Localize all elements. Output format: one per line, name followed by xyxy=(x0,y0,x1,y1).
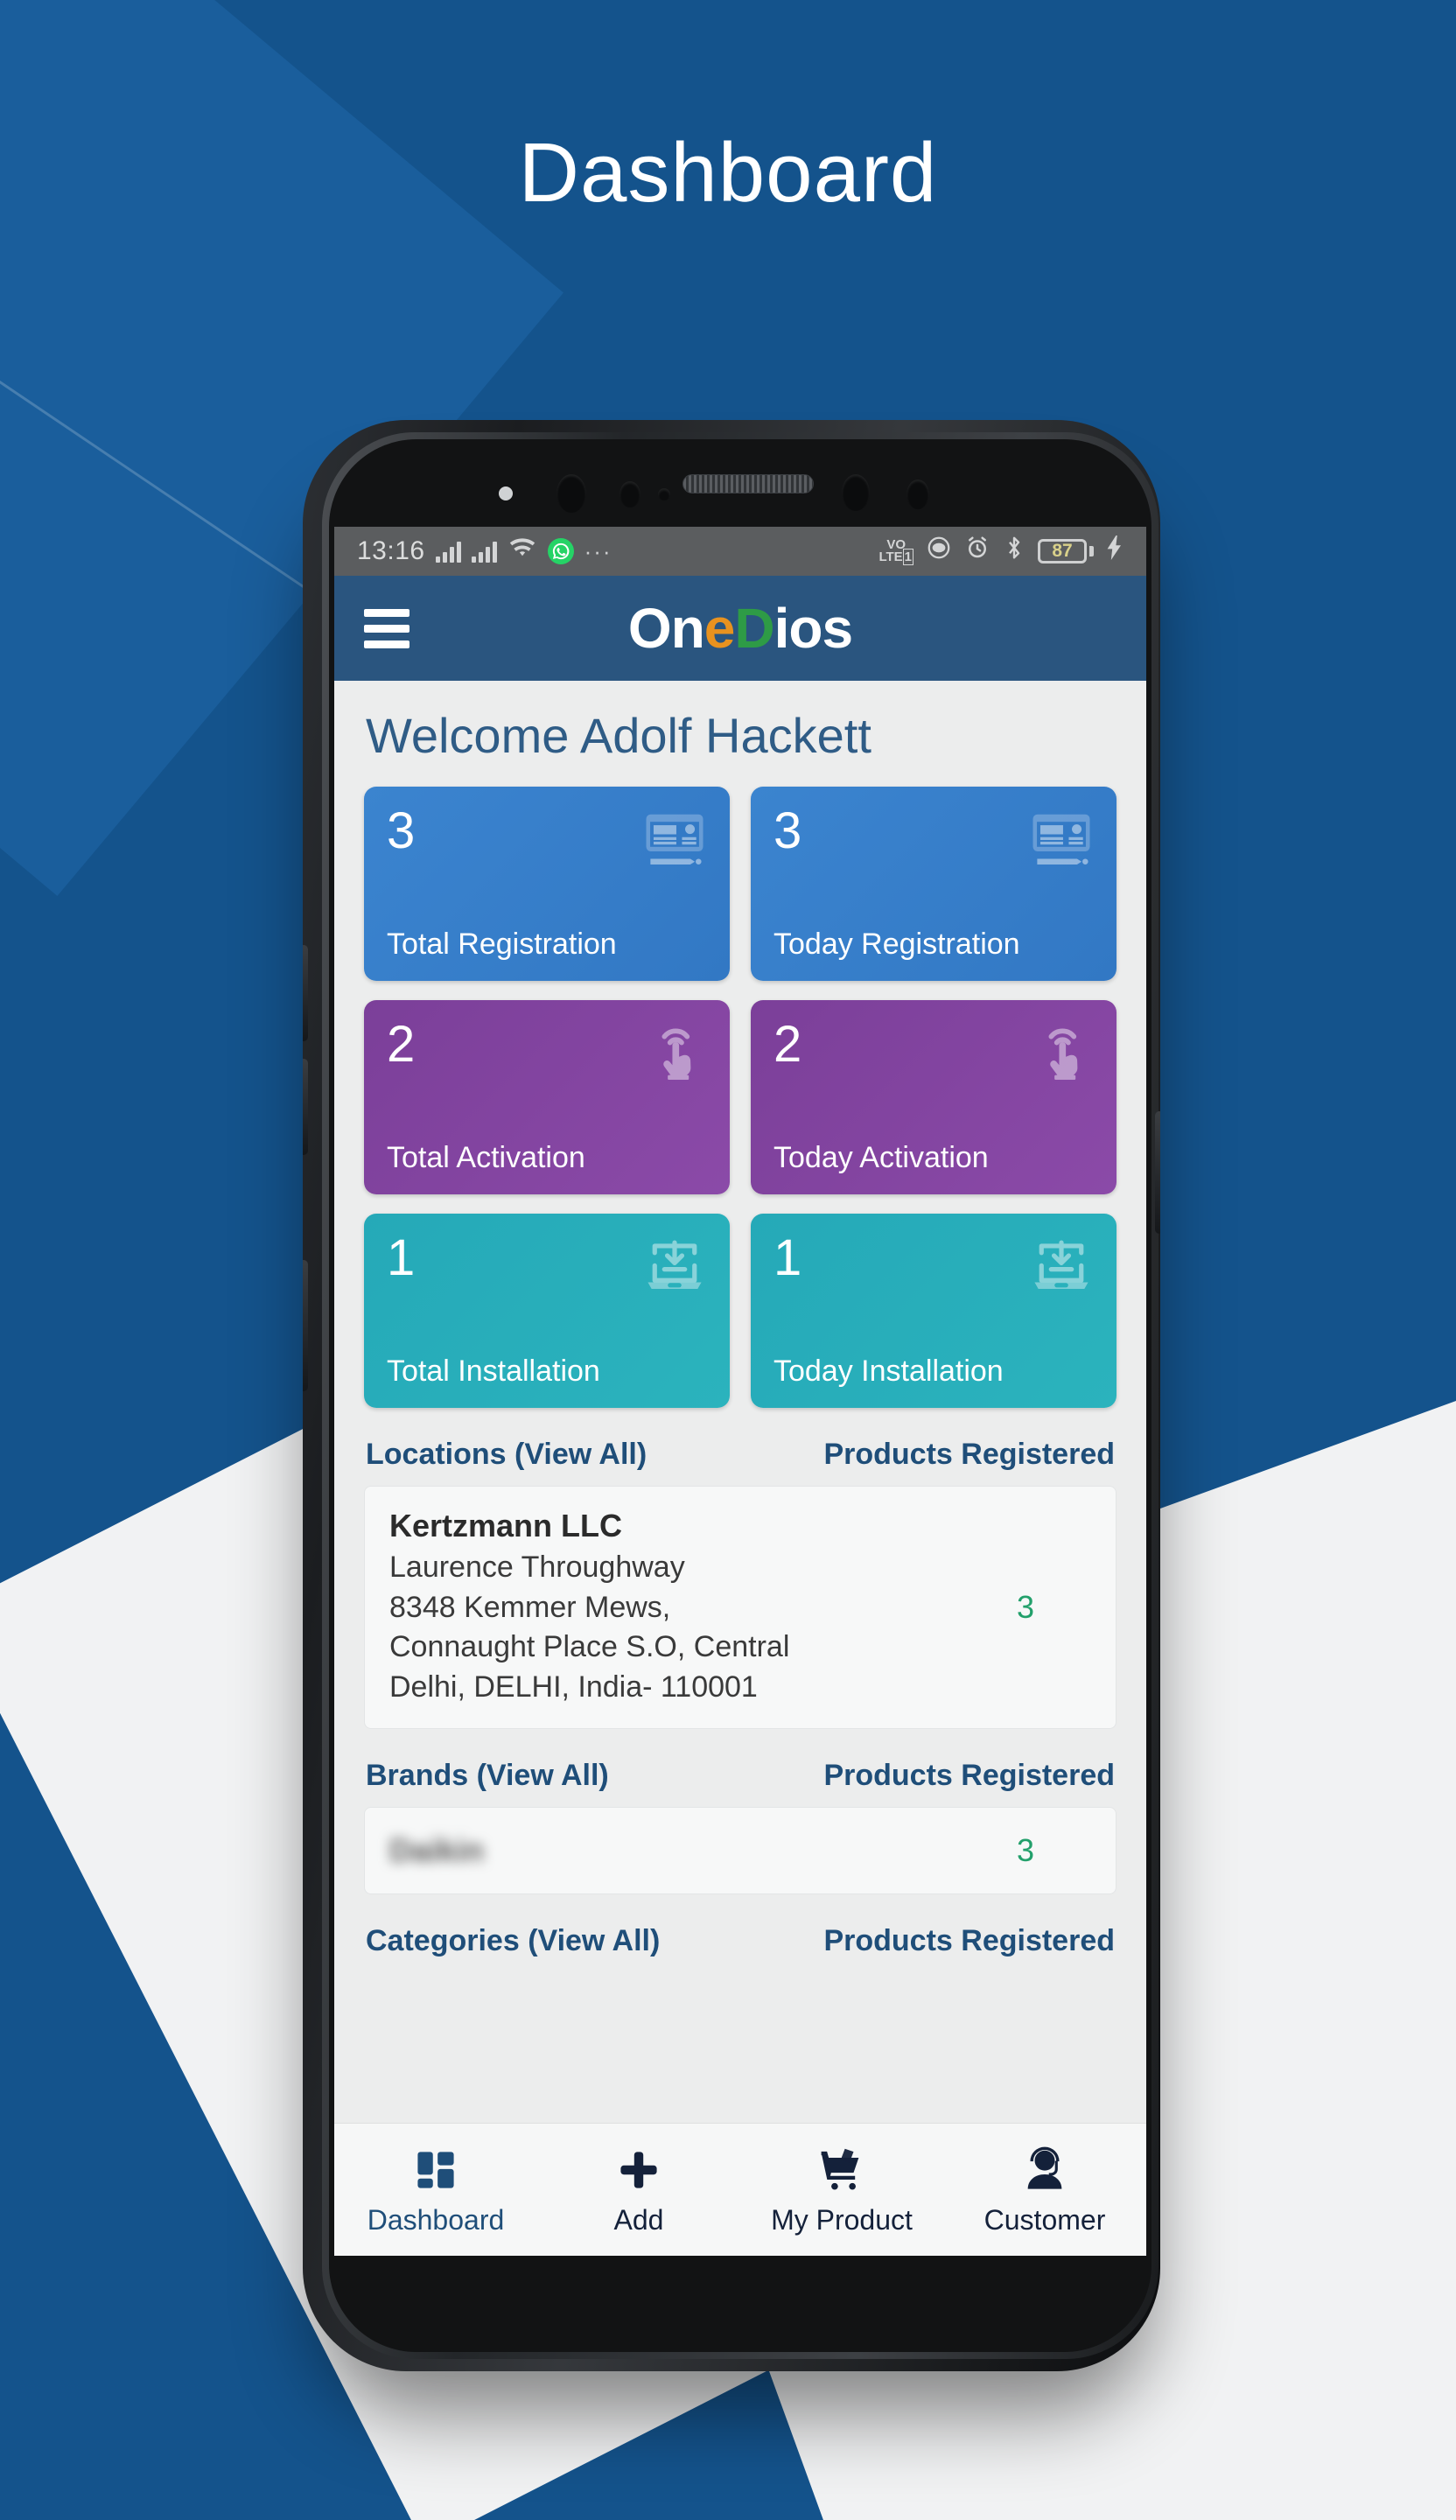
volume-up-button[interactable] xyxy=(303,945,308,1041)
nav-label-my-product: My Product xyxy=(771,2204,913,2236)
nav-item-add[interactable]: Add xyxy=(537,2143,740,2236)
app-bar: OneDios xyxy=(334,576,1146,681)
registration-card-icon xyxy=(640,806,709,878)
brand-row[interactable]: Daikin 3 xyxy=(364,1807,1116,1895)
dnd-icon xyxy=(926,535,952,568)
categories-view-all-link[interactable]: (View All) xyxy=(528,1924,660,1957)
brands-view-all-link[interactable]: (View All) xyxy=(477,1759,609,1792)
stat-label: Total Installation xyxy=(387,1354,600,1388)
stat-card-total-activation[interactable]: 2 Total Activation xyxy=(364,1000,730,1194)
brand-info: Daikin xyxy=(389,1832,960,1869)
phone-mockup: 13:16 ··· VO LTE 1 87 OneDios Welcome Ad… xyxy=(294,420,1169,2376)
stat-card-today-installation[interactable]: 1 Today Installation xyxy=(751,1214,1116,1408)
more-dots-icon: ··· xyxy=(584,537,612,564)
stat-label: Total Registration xyxy=(387,928,617,961)
shopping-cart-icon xyxy=(818,2143,865,2197)
categories-title-group[interactable]: Categories (View All) xyxy=(366,1924,660,1958)
location-name: Kertzmann LLC xyxy=(389,1508,623,1544)
brand-product-count: 3 xyxy=(1016,1832,1035,1869)
volte-icon: VO LTE 1 xyxy=(878,537,914,565)
stat-card-total-registration[interactable]: 3 Total Registration xyxy=(364,787,730,981)
iris-scanner-icon xyxy=(842,474,870,511)
nav-label-customer: Customer xyxy=(984,2204,1106,2236)
brands-products-registered-header: Products Registered xyxy=(823,1759,1115,1793)
stat-label: Today Installation xyxy=(774,1354,1004,1388)
logo-part-e: e xyxy=(704,597,736,660)
registration-card-icon xyxy=(1027,806,1096,878)
locations-title: Locations xyxy=(366,1438,507,1471)
nav-item-dashboard[interactable]: Dashboard xyxy=(334,2143,537,2236)
tap-gesture-icon xyxy=(642,1019,709,1090)
battery-level: 87 xyxy=(1038,539,1087,564)
signal-bars-icon xyxy=(435,540,461,563)
logo-part-ios: ios xyxy=(774,597,853,660)
headset-person-icon xyxy=(1021,2143,1068,2197)
stat-card-today-activation[interactable]: 2 Today Activation xyxy=(751,1000,1116,1194)
locations-view-all-link[interactable]: (View All) xyxy=(514,1438,647,1471)
locations-title-group[interactable]: Locations (View All) xyxy=(366,1438,647,1472)
front-camera-icon xyxy=(556,474,586,513)
status-bar: 13:16 ··· VO LTE 1 87 xyxy=(334,527,1146,576)
bottom-navigation: Dashboard Add My Product Customer xyxy=(334,2123,1146,2256)
grid-dashboard-icon xyxy=(413,2143,458,2197)
light-sensor-icon xyxy=(658,488,670,500)
battery-tip xyxy=(1089,546,1094,556)
nav-label-dashboard: Dashboard xyxy=(367,2204,505,2236)
nav-item-my-product[interactable]: My Product xyxy=(740,2143,943,2236)
app-logo: OneDios xyxy=(334,596,1146,661)
whatsapp-icon xyxy=(547,538,574,564)
brand-name: Daikin xyxy=(389,1832,485,1869)
address-line-1: Laurence Throughway xyxy=(389,1550,685,1584)
nav-label-add: Add xyxy=(613,2204,664,2236)
location-product-count: 3 xyxy=(1016,1589,1035,1626)
stat-label: Total Activation xyxy=(387,1141,585,1174)
welcome-message: Welcome Adolf Hackett xyxy=(334,681,1146,787)
stat-label: Today Activation xyxy=(774,1141,989,1174)
charging-bolt-icon xyxy=(1106,536,1124,567)
location-info: Kertzmann LLC Laurence Throughway 8348 K… xyxy=(389,1508,960,1707)
phone-body: 13:16 ··· VO LTE 1 87 OneDios Welcome Ad… xyxy=(303,420,1160,2371)
phone-screen: 13:16 ··· VO LTE 1 87 OneDios Welcome Ad… xyxy=(334,527,1146,2256)
bluetooth-icon xyxy=(1003,535,1026,568)
address-line-2: 8348 Kemmer Mews, xyxy=(389,1590,671,1624)
stats-grid: 3 Total Registration 3 Today Registratio… xyxy=(334,787,1146,1408)
signal-bars-icon-2 xyxy=(471,540,497,563)
proximity-sensor-icon xyxy=(620,481,640,508)
nav-item-customer[interactable]: Customer xyxy=(943,2143,1146,2236)
battery-icon: 87 xyxy=(1038,539,1094,564)
bixby-button[interactable] xyxy=(303,1260,308,1391)
alarm-icon xyxy=(964,535,990,568)
laptop-download-icon xyxy=(1027,1233,1096,1306)
volume-down-button[interactable] xyxy=(303,1059,308,1155)
categories-section-header: Categories (View All) Products Registere… xyxy=(334,1894,1146,1972)
locations-section-header: Locations (View All) Products Registered xyxy=(334,1408,1146,1486)
logo-part-d: D xyxy=(734,597,774,660)
laptop-download-icon xyxy=(640,1233,709,1306)
brands-title: Brands xyxy=(366,1759,469,1793)
brands-title-group[interactable]: Brands (View All) xyxy=(366,1759,609,1793)
location-address: Laurence Throughway 8348 Kemmer Mews, Co… xyxy=(389,1548,960,1707)
location-row[interactable]: Kertzmann LLC Laurence Throughway 8348 K… xyxy=(364,1486,1116,1730)
stat-label: Today Registration xyxy=(774,928,1020,961)
address-line-4: Delhi, DELHI, India- 110001 xyxy=(389,1670,758,1704)
page-root: Dashboard 13:16 ··· VO LTE 1 87 OneDios … xyxy=(0,0,1456,2520)
led-indicator-icon xyxy=(499,486,513,500)
status-time: 13:16 xyxy=(357,536,425,565)
secondary-camera-icon xyxy=(906,480,929,509)
stat-card-total-installation[interactable]: 1 Total Installation xyxy=(364,1214,730,1408)
hamburger-menu-icon[interactable] xyxy=(364,608,410,648)
categories-products-registered-header: Products Registered xyxy=(823,1924,1115,1958)
address-line-3: Connaught Place S.O, Central xyxy=(389,1630,790,1664)
categories-title: Categories xyxy=(366,1924,520,1958)
stat-card-today-registration[interactable]: 3 Today Registration xyxy=(751,787,1116,981)
tap-gesture-icon xyxy=(1029,1019,1096,1090)
plus-icon xyxy=(616,2143,662,2197)
locations-products-registered-header: Products Registered xyxy=(823,1438,1115,1471)
earpiece-speaker xyxy=(682,474,814,494)
page-title: Dashboard xyxy=(518,126,938,220)
logo-part-on: On xyxy=(627,597,705,660)
wifi-icon xyxy=(508,536,537,566)
brands-section-header: Brands (View All) Products Registered xyxy=(334,1729,1146,1807)
power-button[interactable] xyxy=(1155,1111,1160,1234)
